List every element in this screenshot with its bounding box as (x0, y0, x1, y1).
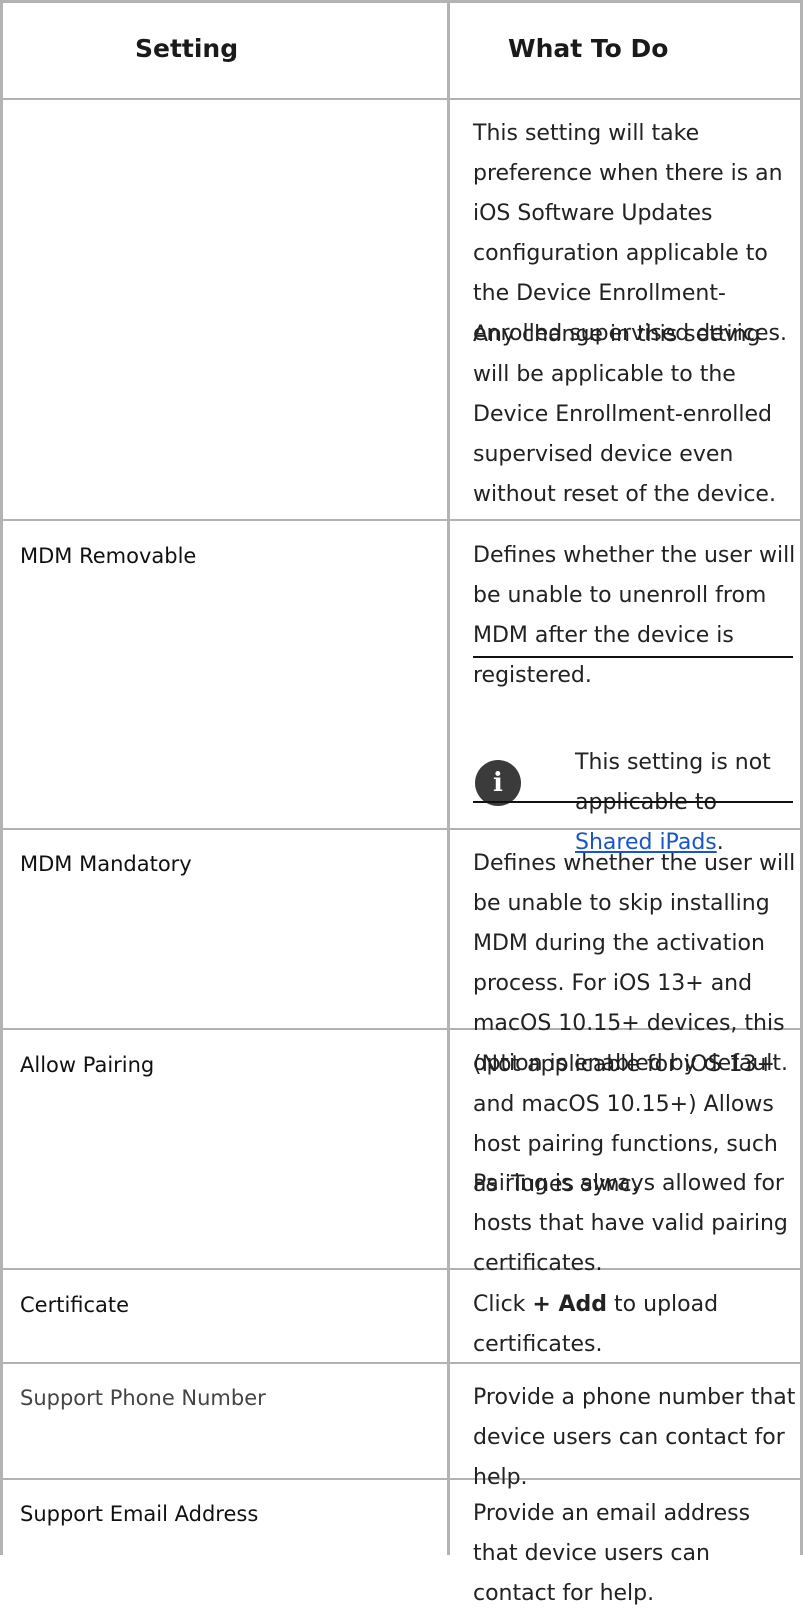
description-paragraph: Pairing is always allowed for hosts that… (473, 1171, 788, 1276)
setting-name-mdm-mandatory: MDM Mandatory (20, 852, 192, 876)
table-column-divider (447, 0, 450, 1555)
note-top-rule (473, 656, 793, 658)
row-divider (0, 519, 803, 521)
column-header-what-to-do: What To Do (508, 34, 669, 63)
description-paragraph: Click + Add to upload certificates. (473, 1292, 719, 1357)
setting-name-support-email: Support Email Address (20, 1502, 259, 1526)
add-button-label: + Add (532, 1292, 608, 1317)
setting-name-mdm-removable: MDM Removable (20, 544, 197, 568)
setting-name-support-phone: Support Phone Number (20, 1386, 266, 1410)
info-icon: i (475, 760, 521, 806)
description-paragraph: Any change in this setting will be appli… (473, 322, 776, 507)
description-paragraph: Provide an email address that device use… (473, 1501, 751, 1606)
setting-name-allow-pairing: Allow Pairing (20, 1053, 155, 1077)
note-bottom-rule (473, 801, 793, 803)
table-left-border (0, 0, 3, 1555)
header-divider (0, 98, 803, 100)
description-paragraph: Defines whether the user will be unable … (473, 543, 796, 688)
description-paragraph: Provide a phone number that device users… (473, 1385, 796, 1490)
column-header-setting: Setting (135, 34, 239, 63)
table-top-border (0, 0, 803, 3)
settings-table: Setting What To Do This setting will tak… (0, 0, 803, 1606)
setting-name-certificate: Certificate (20, 1293, 130, 1317)
